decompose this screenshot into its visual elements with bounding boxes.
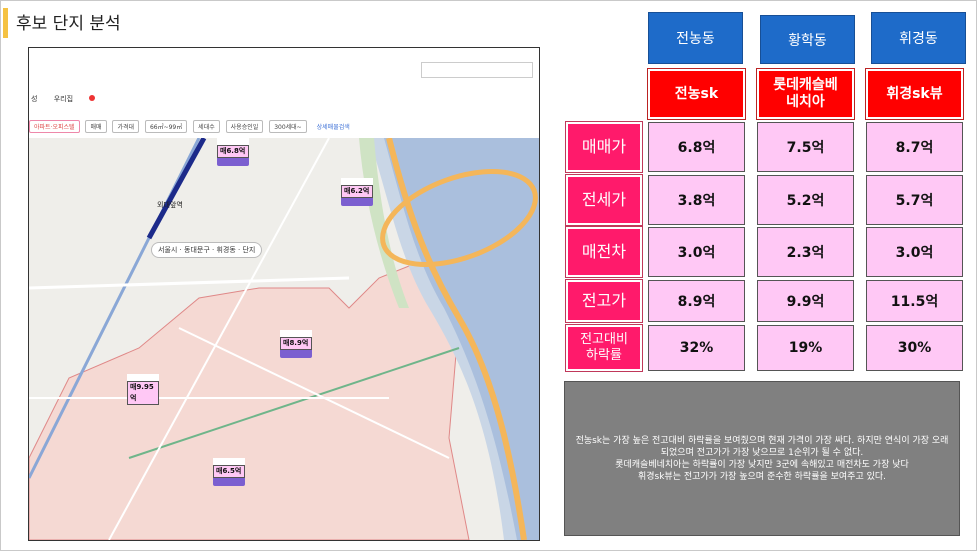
row-label-price: 매매가 [565, 121, 643, 173]
dong-header: 전농동 [648, 12, 743, 64]
filter-chip[interactable]: 사용승인일 [225, 120, 264, 133]
detail-search-button[interactable]: 상세매물검색 [312, 121, 354, 132]
map-tab[interactable]: 성 [31, 95, 37, 103]
title-accent-bar [3, 8, 8, 38]
value-cell: 7.5억 [757, 122, 854, 172]
row-label-jeonse: 전세가 [565, 174, 643, 226]
location-breadcrumb[interactable]: 서울시 · 동대문구 · 휘경동 · 단지 [151, 242, 263, 258]
filter-chip[interactable]: 가격대 [112, 120, 140, 133]
map-screenshot: 성 우리집 아파트·오피스텔 매매 가격대 66㎡~99㎡ 세대수 사용승인일 … [28, 47, 540, 541]
dong-header: 휘경동 [871, 12, 966, 64]
filter-chip[interactable]: 매매 [85, 120, 107, 133]
value-cell: 8.9억 [648, 280, 745, 322]
new-badge [89, 95, 96, 101]
value-cell: 2.3억 [757, 227, 854, 277]
slide-title: 후보 단지 분석 [16, 14, 121, 34]
analysis-summary: 전농sk는 가장 높은 전고대비 하락률을 보여줬으며 현재 가격이 가장 싸다… [564, 381, 960, 536]
map-tab-my-home[interactable]: 우리집 [54, 95, 109, 103]
value-cell: 3.0억 [866, 227, 963, 277]
row-label-peak: 전고가 [565, 279, 643, 323]
complex-name: 전농sk [647, 68, 746, 120]
station-label: 외대앞역 [157, 201, 183, 209]
filter-chip[interactable]: 세대수 [193, 120, 220, 133]
value-cell: 32% [648, 325, 745, 371]
value-cell: 5.7억 [866, 175, 963, 225]
filter-chip[interactable]: 300세대~ [269, 120, 307, 133]
complex-name: 휘경sk뷰 [865, 68, 964, 120]
price-tag[interactable]: 매8.9억 [280, 330, 312, 358]
map-header: 성 우리집 아파트·오피스텔 매매 가격대 66㎡~99㎡ 세대수 사용승인일 … [29, 48, 539, 136]
row-label-drop-rate: 전고대비 하락률 [565, 324, 643, 372]
price-tag[interactable]: 매6.5억 [213, 458, 245, 486]
price-tag[interactable]: 매6.2억 [341, 178, 373, 206]
value-cell: 19% [757, 325, 854, 371]
map-search-input[interactable] [421, 62, 533, 78]
value-cell: 3.0억 [648, 227, 745, 277]
dong-header: 황학동 [760, 15, 855, 64]
map-filter-bar: 아파트·오피스텔 매매 가격대 66㎡~99㎡ 세대수 사용승인일 300세대~… [29, 120, 539, 136]
value-cell: 9.9억 [757, 280, 854, 322]
price-tag[interactable]: 매6.8억 [217, 138, 249, 166]
value-cell: 3.8억 [648, 175, 745, 225]
value-cell: 8.7억 [866, 122, 963, 172]
value-cell: 11.5억 [866, 280, 963, 322]
summary-line: 전농sk는 가장 높은 전고대비 하락률을 보여줬으며 현재 가격이 가장 싸다… [575, 435, 949, 458]
price-tag[interactable]: 매9.95억 [127, 374, 159, 405]
value-cell: 5.2억 [757, 175, 854, 225]
map-tabs: 성 우리집 [31, 94, 123, 104]
summary-line: 롯데캐슬베네치아는 하락률이 가장 낮지만 3군에 속해있고 매전차도 가장 낮… [615, 459, 909, 470]
row-label-gap: 매전차 [565, 226, 643, 278]
filter-chip[interactable]: 66㎡~99㎡ [144, 120, 188, 133]
value-cell: 30% [866, 325, 963, 371]
filter-chip[interactable]: 아파트·오피스텔 [29, 120, 80, 133]
summary-line: 휘경sk뷰는 전고가가 가장 높으며 준수한 하락률을 보여주고 있다. [637, 471, 887, 482]
value-cell: 6.8억 [648, 122, 745, 172]
map-canvas[interactable]: 서울시 · 동대문구 · 휘경동 · 단지 외대앞역 매6.8억 매6.2억 매… [29, 136, 539, 540]
complex-name: 롯데캐슬베네치아 [756, 68, 855, 120]
